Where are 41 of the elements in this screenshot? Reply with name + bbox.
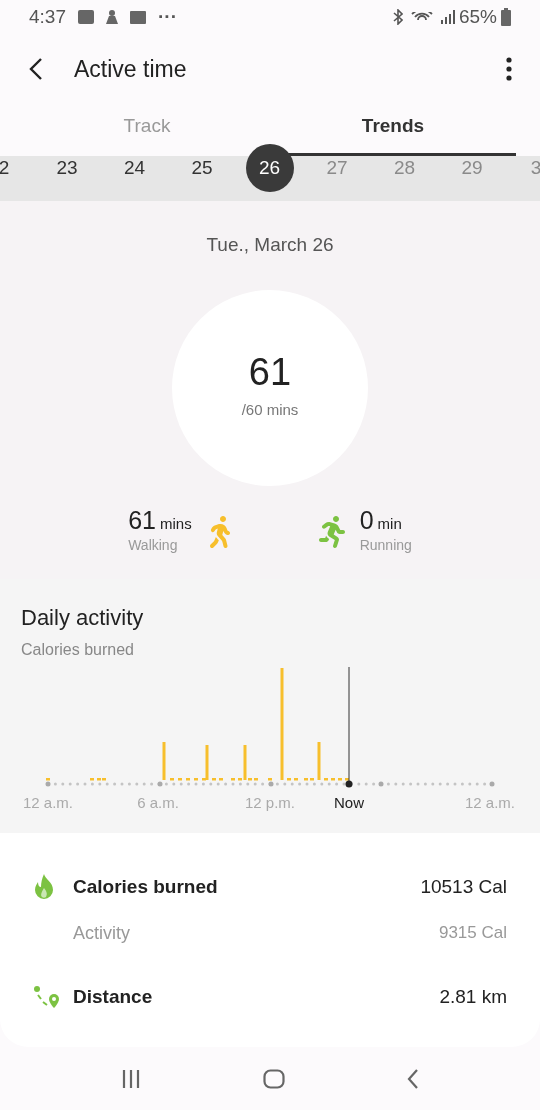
activity-unit: mins	[160, 513, 192, 534]
mail-icon	[130, 10, 146, 24]
summary-value: 2.81 km	[439, 984, 507, 1009]
section-title: Daily activity	[20, 604, 145, 632]
summary-sub-label: Activity	[73, 921, 130, 945]
goal-minutes: /60 mins	[241, 400, 299, 421]
selected-date: Tue., March 26	[206, 233, 334, 257]
battery-icon	[501, 8, 511, 26]
active-minutes: 61	[248, 353, 292, 392]
page-title: Active time	[74, 54, 187, 84]
recent-apps-icon[interactable]	[121, 1069, 141, 1088]
activity-label: Walking	[128, 536, 179, 555]
maps-icon	[78, 10, 94, 24]
bluetooth-icon	[392, 9, 403, 25]
status-time: 4:37	[29, 4, 66, 29]
time-axis-label: 6 a.m.	[137, 793, 179, 813]
home-icon[interactable]	[263, 1068, 285, 1089]
activity-value: 61	[128, 507, 156, 533]
battery-percent: 65%	[458, 4, 497, 29]
wifi-icon	[410, 12, 433, 22]
time-axis-label: 12 p.m.	[245, 793, 295, 813]
more-notifications: ···	[158, 4, 177, 29]
summary-sub-value: 9315 Cal	[438, 922, 507, 945]
activity-unit: min	[377, 513, 402, 534]
date-chip[interactable]: 26	[245, 144, 294, 192]
summary-label: Calories burned	[73, 875, 218, 899]
activity-label: Running	[359, 536, 412, 555]
time-axis-label: 12 a.m.	[465, 793, 515, 813]
back-icon[interactable]	[28, 57, 44, 81]
route-pins-icon	[33, 984, 61, 1009]
section-subtitle: Calories burned	[20, 640, 135, 660]
summary-label: Distance	[73, 984, 153, 1009]
activity-value: 0	[359, 507, 374, 533]
back-nav-icon[interactable]	[407, 1068, 419, 1089]
more-options-icon[interactable]	[506, 57, 512, 81]
time-axis-label: 12 a.m.	[23, 793, 73, 813]
flame-icon	[33, 874, 55, 901]
person-icon	[106, 10, 118, 24]
signal-icon	[440, 10, 455, 24]
time-axis-label: Now	[334, 793, 364, 813]
summary-value: 10513 Cal	[420, 875, 507, 899]
